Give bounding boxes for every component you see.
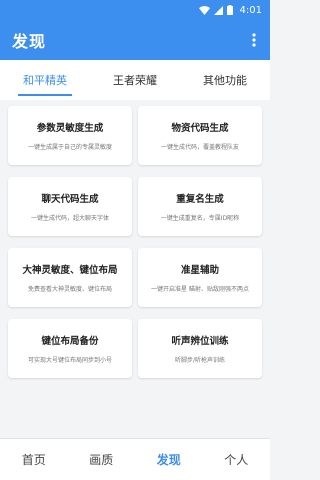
tab-bar: 和平精英 王者荣耀 其他功能 bbox=[0, 60, 270, 100]
card-subtitle: 听脚步/听枪声训练 bbox=[174, 357, 226, 364]
card-subtitle: 免费查看大神灵敏度、键位布局 bbox=[27, 286, 112, 293]
nav-discover[interactable]: 发现 bbox=[135, 439, 203, 480]
card-subtitle: 一键生成重复名，专属ID昵称 bbox=[160, 215, 240, 222]
tab-label: 和平精英 bbox=[23, 74, 67, 87]
card-title: 听声辨位训练 bbox=[171, 336, 229, 347]
status-time: 4:01 bbox=[239, 4, 262, 16]
card-subtitle: 一键开启准星 瞄射、贴敌刚强不两点 bbox=[151, 286, 249, 293]
card-title: 准星辅助 bbox=[180, 265, 219, 276]
bottom-nav: 首页 画质 发现 个人 bbox=[0, 438, 270, 480]
card-subtitle: 一键生成代码，超大聊天字体 bbox=[30, 215, 109, 222]
nav-graphics[interactable]: 画质 bbox=[68, 439, 136, 480]
card-crosshair-assist[interactable]: 准星辅助 一键开启准星 瞄射、贴敌刚强不两点 bbox=[138, 248, 262, 307]
card-chat-code-generator[interactable]: 聊天代码生成 一键生成代码，超大聊天字体 bbox=[8, 177, 132, 236]
status-bar: 4:01 bbox=[0, 0, 270, 20]
tab-label: 其他功能 bbox=[203, 74, 247, 87]
card-layout-backup[interactable]: 键位布局备份 可实现大号键位布局同步到小号 bbox=[8, 319, 132, 378]
card-sound-training[interactable]: 听声辨位训练 听脚步/听枪声训练 bbox=[138, 319, 262, 378]
wifi-icon bbox=[198, 5, 210, 15]
tab-heping[interactable]: 和平精英 bbox=[0, 60, 90, 100]
screen: 4:01 发现 和平精英 王者荣耀 其他功能 参数灵敏度生成 一键生成属于自己的… bbox=[0, 0, 270, 480]
card-subtitle: 可实现大号键位布局同步到小号 bbox=[27, 357, 112, 364]
card-duplicate-name-generator[interactable]: 重复名生成 一键生成重复名，专属ID昵称 bbox=[138, 177, 262, 236]
feature-grid: 参数灵敏度生成 一键生成属于自己的专属灵敏度 物资代码生成 一键生成代码，覆盖教… bbox=[0, 100, 270, 378]
card-title: 物资代码生成 bbox=[171, 123, 229, 134]
page-title: 发现 bbox=[12, 32, 47, 51]
tab-other[interactable]: 其他功能 bbox=[180, 60, 270, 100]
card-title: 大神灵敏度、键位布局 bbox=[22, 265, 118, 276]
app-bar: 发现 bbox=[0, 20, 270, 60]
card-item-code-generator[interactable]: 物资代码生成 一键生成代码，覆盖教程队友 bbox=[138, 106, 262, 165]
signal-icon bbox=[213, 5, 223, 15]
tab-wangzhe[interactable]: 王者荣耀 bbox=[90, 60, 180, 100]
card-sensitivity-generator[interactable]: 参数灵敏度生成 一键生成属于自己的专属灵敏度 bbox=[8, 106, 132, 165]
card-title: 键位布局备份 bbox=[41, 336, 99, 347]
nav-profile[interactable]: 个人 bbox=[203, 439, 271, 480]
card-subtitle: 一键生成代码，覆盖教程队友 bbox=[160, 144, 239, 151]
more-vert-icon[interactable] bbox=[248, 30, 260, 50]
battery-icon bbox=[226, 5, 233, 15]
card-subtitle: 一键生成属于自己的专属灵敏度 bbox=[27, 144, 112, 151]
card-title: 参数灵敏度生成 bbox=[36, 123, 104, 134]
card-title: 聊天代码生成 bbox=[41, 194, 99, 205]
tab-label: 王者荣耀 bbox=[113, 74, 157, 87]
card-title: 重复名生成 bbox=[176, 194, 224, 205]
card-pro-layout[interactable]: 大神灵敏度、键位布局 免费查看大神灵敏度、键位布局 bbox=[8, 248, 132, 307]
nav-home[interactable]: 首页 bbox=[0, 439, 68, 480]
tab-indicator bbox=[18, 94, 72, 96]
